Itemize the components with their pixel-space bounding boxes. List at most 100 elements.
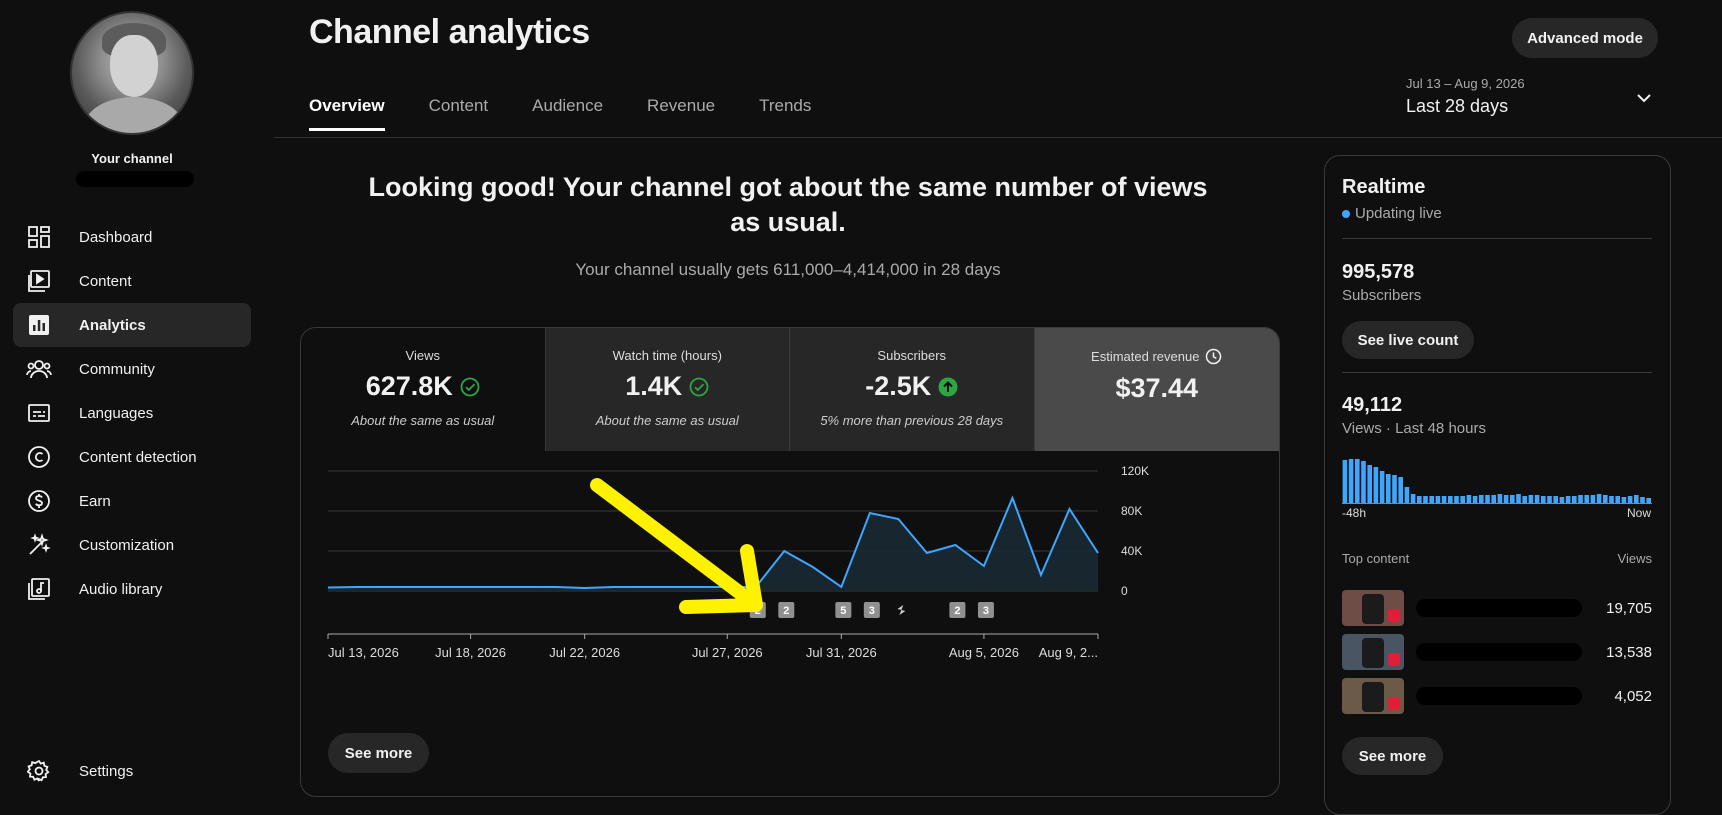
see-more-realtime-button[interactable]: See more <box>1342 737 1443 775</box>
sidebar-item-content-detection[interactable]: Content detection <box>13 435 251 479</box>
arrow-up-circle-icon <box>938 377 958 397</box>
top-content-item[interactable]: 13,538 <box>1342 634 1652 670</box>
earn-icon <box>26 488 52 514</box>
realtime-bar <box>1578 495 1583 504</box>
shorts-icon <box>1388 653 1400 666</box>
item-views: 19,705 <box>1606 599 1652 617</box>
sidebar-item-earn[interactable]: Earn <box>13 479 251 523</box>
tab-audience[interactable]: Audience <box>532 96 603 131</box>
video-thumbnail <box>1342 634 1404 670</box>
top-content-item[interactable]: 19,705 <box>1342 590 1652 626</box>
sidebar-item-dashboard[interactable]: Dashboard <box>13 215 251 259</box>
realtime-bar <box>1634 495 1639 504</box>
tab-trends[interactable]: Trends <box>759 96 811 131</box>
realtime-bar <box>1466 495 1472 504</box>
realtime-bar <box>1417 496 1422 504</box>
realtime-axis-start: -48h <box>1342 506 1367 520</box>
metric-watch-time[interactable]: Watch time (hours) 1.4K About the same a… <box>545 328 790 451</box>
thumbnail-figure <box>1362 594 1384 624</box>
channel-avatar[interactable] <box>70 11 194 135</box>
sidebar-item-label: Languages <box>79 404 154 422</box>
sidebar-item-content[interactable]: Content <box>13 259 251 303</box>
content-icon <box>26 268 52 294</box>
metric-note: 5% more than previous 28 days <box>820 413 1004 428</box>
chevron-down-icon[interactable] <box>1634 88 1654 113</box>
realtime-bar <box>1342 460 1348 504</box>
realtime-bar <box>1361 461 1366 504</box>
metric-value-row: 627.8K <box>301 371 545 402</box>
x-tick-label: Jul 27, 2026 <box>692 645 763 660</box>
advanced-mode-button[interactable]: Advanced mode <box>1512 18 1658 58</box>
analytics-tabs: Overview Content Audience Revenue Trends <box>309 96 855 131</box>
subscriber-count: 995,578 <box>1342 261 1415 283</box>
redacted-title <box>1416 643 1582 661</box>
date-range-selector[interactable]: Jul 13 – Aug 9, 2026 Last 28 days <box>1406 76 1525 117</box>
metric-value-row: $37.44 <box>1035 373 1280 404</box>
realtime-bar <box>1547 496 1552 504</box>
metric-label: Estimated revenue <box>1091 349 1200 364</box>
dashboard-icon <box>26 224 52 250</box>
metric-value: 1.4K <box>625 371 683 401</box>
page-title: Channel analytics <box>309 13 590 51</box>
realtime-status: Updating live <box>1342 205 1442 222</box>
realtime-bar <box>1348 459 1354 504</box>
realtime-title: Realtime <box>1342 176 1426 198</box>
y-tick-label: 0 <box>1121 584 1128 598</box>
x-tick-label: Jul 31, 2026 <box>806 645 877 660</box>
realtime-bar <box>1355 459 1360 504</box>
sidebar-item-customization[interactable]: Customization <box>13 523 251 567</box>
metric-note: About the same as usual <box>595 413 739 428</box>
realtime-bar <box>1441 496 1447 504</box>
subscriber-label: Subscribers <box>1342 287 1422 304</box>
metric-views[interactable]: Views 627.8K About the same as usual <box>301 328 546 451</box>
avatar-face <box>110 35 158 97</box>
metric-estimated-revenue[interactable]: Estimated revenue $37.44 <box>1034 328 1280 451</box>
avatar-body <box>84 97 184 133</box>
realtime-views-label: Views · Last 48 hours <box>1342 420 1486 437</box>
upload-marker-count: 5 <box>840 605 846 617</box>
realtime-bar <box>1367 465 1372 504</box>
sidebar-item-settings[interactable]: Settings <box>13 749 251 793</box>
tab-revenue[interactable]: Revenue <box>647 96 715 131</box>
metric-tabs: Views 627.8K About the same as usual Wat… <box>301 328 1279 451</box>
metric-value-row: 1.4K <box>546 371 790 402</box>
customization-icon <box>26 532 52 558</box>
realtime-bar-chart <box>1342 459 1652 504</box>
realtime-bar <box>1497 494 1503 504</box>
realtime-bar <box>1640 497 1645 504</box>
languages-icon <box>26 400 52 426</box>
shorts-marker-icon <box>897 605 906 615</box>
sidebar-item-analytics[interactable]: Analytics <box>13 303 251 347</box>
item-views: 13,538 <box>1606 643 1652 661</box>
top-content-label: Top content <box>1342 551 1410 566</box>
realtime-bar <box>1534 495 1540 504</box>
tab-content[interactable]: Content <box>429 96 489 131</box>
realtime-bar <box>1392 475 1397 504</box>
metric-value: 627.8K <box>365 371 453 401</box>
sidebar-item-audio-library[interactable]: Audio library <box>13 567 251 611</box>
realtime-bar <box>1596 494 1602 504</box>
realtime-bar <box>1615 496 1620 504</box>
metric-note: About the same as usual <box>351 413 495 428</box>
metric-subscribers[interactable]: Subscribers -2.5K 5% more than previous … <box>790 328 1035 451</box>
metric-label: Subscribers <box>877 348 947 363</box>
realtime-bar <box>1386 474 1391 504</box>
sidebar-item-languages[interactable]: Languages <box>13 391 251 435</box>
see-live-count-button[interactable]: See live count <box>1342 321 1474 359</box>
redacted-channel-name <box>76 171 194 187</box>
realtime-bar <box>1516 494 1521 504</box>
sidebar-settings: Settings <box>13 749 251 793</box>
realtime-bar <box>1460 496 1465 504</box>
overview-card: Views 627.8K About the same as usual Wat… <box>300 327 1280 797</box>
analytics-icon <box>26 312 52 338</box>
metric-value-row: -2.5K <box>790 371 1034 402</box>
check-circle-icon <box>689 377 709 397</box>
top-content-item[interactable]: 4,052 <box>1342 678 1652 714</box>
sidebar-item-community[interactable]: Community <box>13 347 251 391</box>
tab-overview[interactable]: Overview <box>309 96 385 131</box>
video-thumbnail <box>1342 590 1404 626</box>
see-more-button[interactable]: See more <box>328 733 429 773</box>
upload-marker-count: 2 <box>954 605 960 617</box>
realtime-bar <box>1528 495 1534 504</box>
realtime-bar <box>1584 495 1589 504</box>
